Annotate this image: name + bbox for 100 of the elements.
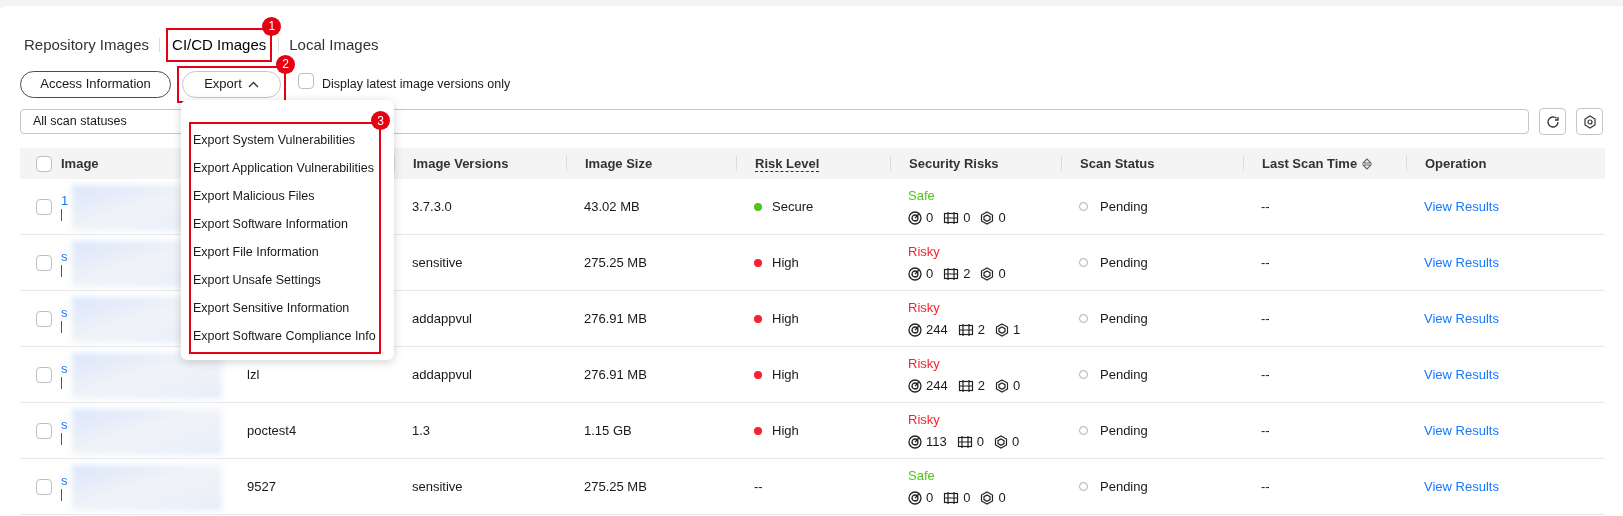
table-cell: -- <box>1261 310 1270 326</box>
table-cell: -- <box>1261 198 1270 214</box>
checkbox[interactable] <box>298 73 314 90</box>
tab[interactable]: CI/CD Images <box>172 33 267 57</box>
risk-count: 244 <box>926 321 948 339</box>
risk-level: Secure <box>772 197 814 216</box>
select-all-checkbox[interactable] <box>36 155 52 172</box>
column-header: Operation <box>1425 156 1487 171</box>
tab[interactable]: Local Images <box>289 33 379 57</box>
view-results-link[interactable]: View Results <box>1424 478 1499 494</box>
frame-icon <box>943 210 960 225</box>
table-cell: -- <box>1261 422 1270 438</box>
image-name[interactable]: s <box>61 416 68 433</box>
risk-count: 0 <box>1012 377 1021 395</box>
view-results-link[interactable]: View Results <box>1424 310 1499 326</box>
security-status: Risky <box>908 354 941 373</box>
export-button[interactable]: Export <box>182 70 281 98</box>
access-information-button[interactable]: Access Information <box>20 70 171 98</box>
scan-status: Pending <box>1100 365 1148 384</box>
table-cell: lzl <box>247 366 260 382</box>
tab[interactable]: Repository Images <box>24 33 150 57</box>
table-cell: -- <box>1261 254 1270 270</box>
risk-count: 2 <box>977 377 985 395</box>
image-name[interactable]: s <box>61 472 68 489</box>
row-checkbox[interactable] <box>36 422 52 439</box>
hexagon-icon <box>994 378 1009 393</box>
risk-level: -- <box>754 477 763 496</box>
hexagon-icon <box>980 266 995 281</box>
risk-count: 0 <box>963 489 971 507</box>
table-cell: 43.02 MB <box>584 198 640 214</box>
image-name[interactable]: s <box>61 248 68 265</box>
menu-item[interactable]: Export File Information <box>191 238 379 266</box>
row-checkbox[interactable] <box>36 198 52 215</box>
risk-count: 2 <box>963 265 971 283</box>
sort-icon[interactable] <box>1362 157 1373 170</box>
table-cell: sensitive <box>412 254 463 270</box>
target-icon <box>908 378 922 393</box>
table-cell: 1.3 <box>412 422 431 438</box>
column-header: Scan Status <box>1080 156 1155 171</box>
column-header: Image Size <box>585 156 653 171</box>
menu-item[interactable]: Export Sensitive Information <box>191 294 379 322</box>
table-cell: addappvul <box>412 310 472 326</box>
scan-status: Pending <box>1100 421 1148 440</box>
callout-number: 1 <box>262 16 282 36</box>
image-name[interactable]: 1 <box>61 192 69 209</box>
row-checkbox[interactable] <box>36 254 52 271</box>
table-cell: -- <box>1261 478 1270 494</box>
view-results-link[interactable]: View Results <box>1424 366 1499 382</box>
table-cell: 276.91 MB <box>584 310 647 326</box>
scan-status: Pending <box>1100 197 1148 216</box>
column-header[interactable]: Risk Level <box>755 155 820 172</box>
scan-status: Pending <box>1100 253 1148 272</box>
target-icon <box>908 266 922 281</box>
table-cell: 1.15 GB <box>584 422 632 438</box>
settings-button[interactable] <box>1576 108 1603 135</box>
risk-count: 0 <box>926 209 934 227</box>
risk-level: High <box>772 309 799 328</box>
image-name[interactable]: s <box>61 360 68 377</box>
target-icon <box>908 434 922 449</box>
hexagon-icon <box>980 210 995 225</box>
target-icon <box>908 210 922 225</box>
security-status: Risky <box>908 242 941 261</box>
target-icon <box>908 322 922 337</box>
view-results-link[interactable]: View Results <box>1424 254 1499 270</box>
menu-item[interactable]: Export Application Vulnerabilities <box>191 154 379 182</box>
row-checkbox[interactable] <box>36 478 52 495</box>
frame-icon <box>957 378 974 393</box>
table-cell: -- <box>1261 366 1270 382</box>
frame-icon <box>943 266 960 281</box>
risk-count: 0 <box>998 265 1006 283</box>
refresh-icon <box>1545 114 1560 129</box>
column-header[interactable]: Last Scan Time <box>1262 156 1358 171</box>
menu-item[interactable]: Export Software Information <box>191 210 379 238</box>
image-name[interactable]: s <box>61 304 68 321</box>
row-checkbox[interactable] <box>36 310 52 327</box>
risk-level: High <box>772 365 799 384</box>
menu-item[interactable]: Export Unsafe Settings <box>191 266 379 294</box>
risk-count: 244 <box>926 377 948 395</box>
caret-icon <box>247 80 259 88</box>
risk-count: 0 <box>1011 433 1020 451</box>
risk-count: 2 <box>977 321 985 339</box>
risk-count: 1 <box>1012 321 1021 339</box>
risk-count: 0 <box>926 265 934 283</box>
table-cell: 275.25 MB <box>584 478 647 494</box>
risk-count: 0 <box>926 489 934 507</box>
security-status: Risky <box>908 410 941 429</box>
menu-item[interactable]: Export Software Compliance Info <box>191 322 379 350</box>
table-cell: sensitive <box>412 478 463 494</box>
refresh-button[interactable] <box>1539 108 1567 135</box>
risk-level: High <box>772 253 799 272</box>
view-results-link[interactable]: View Results <box>1424 422 1499 438</box>
row-checkbox[interactable] <box>36 366 52 383</box>
risk-count: 0 <box>963 209 971 227</box>
menu-item[interactable]: Export Malicious Files <box>191 182 379 210</box>
scan-status: Pending <box>1100 477 1148 496</box>
frame-icon <box>956 434 973 449</box>
table-cell: poctest4 <box>247 422 297 438</box>
table-cell: 276.91 MB <box>584 366 647 382</box>
settings-icon <box>1582 114 1597 129</box>
view-results-link[interactable]: View Results <box>1424 198 1499 214</box>
